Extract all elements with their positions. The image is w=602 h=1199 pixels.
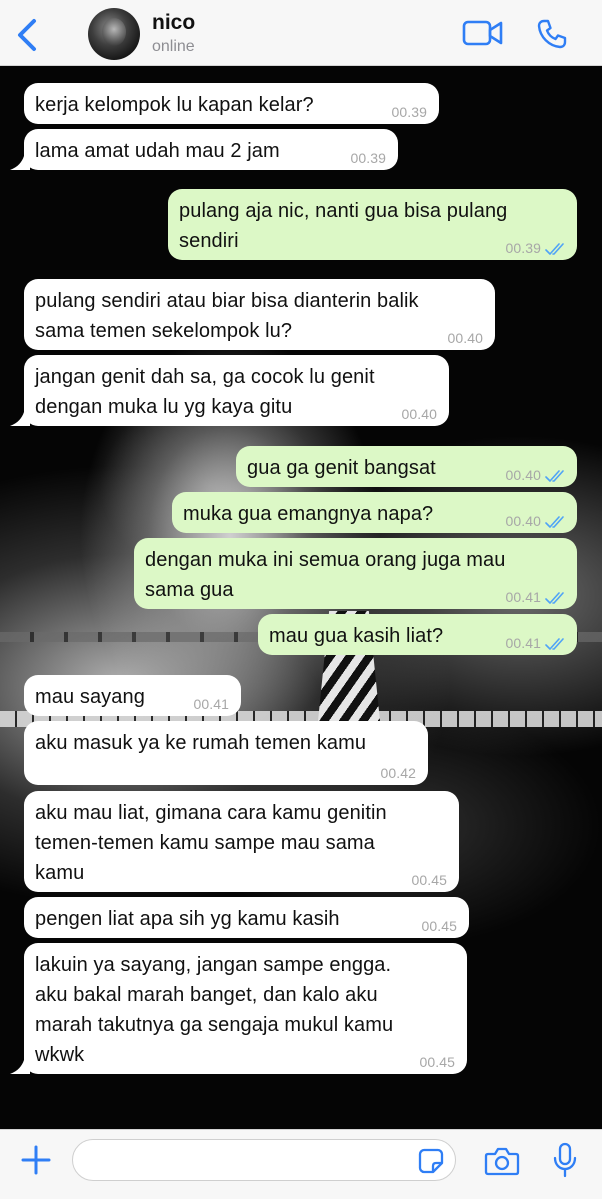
bubble-tail	[10, 412, 30, 426]
message-timestamp: 00.45	[419, 1054, 455, 1070]
message-timestamp: 00.41	[505, 635, 541, 651]
message-text: pulang sendiri atau biar bisa dianterin …	[35, 290, 419, 342]
message-text: lama amat udah mau 2 jam	[35, 140, 280, 162]
outgoing-message-bubble[interactable]: mau gua kasih liat? 00.41	[258, 614, 577, 655]
message-text: pengen liat apa sih yg kamu kasih	[35, 908, 340, 930]
microphone-icon[interactable]	[552, 1142, 578, 1178]
incoming-message-bubble[interactable]: jangan genit dah sa, ga cocok lu genit de…	[24, 355, 449, 426]
incoming-message-bubble[interactable]: kerja kelompok lu kapan kelar? 00.39	[24, 83, 439, 124]
chevron-left-icon[interactable]	[14, 17, 42, 53]
incoming-message-bubble[interactable]: pengen liat apa sih yg kamu kasih 00.45	[24, 897, 469, 938]
camera-icon[interactable]	[484, 1146, 520, 1176]
outgoing-message-bubble[interactable]: pulang aja nic, nanti gua bisa pulang sen…	[168, 189, 577, 260]
outgoing-message-bubble[interactable]: dengan muka ini semua orang juga mau sama…	[134, 538, 577, 609]
read-receipt-icon	[545, 516, 564, 528]
message-timestamp: 00.39	[391, 104, 427, 120]
input-bar	[0, 1129, 602, 1199]
message-timestamp: 00.42	[380, 765, 416, 781]
message-timestamp: 00.40	[505, 467, 541, 483]
contact-status: online	[152, 38, 195, 55]
message-text: dengan muka ini semua orang juga mau sama…	[145, 549, 506, 601]
read-receipt-icon	[545, 470, 564, 482]
outgoing-message-bubble[interactable]: gua ga genit bangsat 00.40	[236, 446, 577, 487]
video-camera-icon[interactable]	[462, 18, 504, 48]
message-timestamp: 00.40	[447, 330, 483, 346]
incoming-message-bubble[interactable]: lakuin ya sayang, jangan sampe engga. aku…	[24, 943, 467, 1074]
bubble-tail	[10, 156, 30, 170]
incoming-message-bubble[interactable]: mau sayang 00.41	[24, 675, 241, 716]
incoming-message-bubble[interactable]: lama amat udah mau 2 jam 00.39	[24, 129, 398, 170]
contact-name[interactable]: nico	[152, 11, 195, 35]
message-timestamp: 00.40	[401, 406, 437, 422]
message-text: jangan genit dah sa, ga cocok lu genit de…	[35, 366, 375, 418]
message-input[interactable]	[72, 1139, 456, 1181]
message-timestamp: 00.41	[193, 696, 229, 712]
read-receipt-icon	[545, 243, 564, 255]
read-receipt-icon	[545, 592, 564, 604]
sticker-icon[interactable]	[418, 1148, 444, 1174]
incoming-message-bubble[interactable]: aku masuk ya ke rumah temen kamu 00.42	[24, 721, 428, 785]
message-timestamp: 00.39	[505, 240, 541, 256]
message-timestamp: 00.41	[505, 589, 541, 605]
phone-icon[interactable]	[536, 18, 568, 50]
message-timestamp: 00.45	[411, 872, 447, 888]
chat-header: nico online	[0, 0, 602, 66]
bubble-tail	[10, 1060, 30, 1074]
read-receipt-icon	[545, 638, 564, 650]
plus-icon[interactable]	[20, 1144, 52, 1176]
chat-area[interactable]: kerja kelompok lu kapan kelar? 00.39 lama …	[0, 66, 602, 1129]
message-timestamp: 00.39	[350, 150, 386, 166]
message-text: lakuin ya sayang, jangan sampe engga. aku…	[35, 954, 394, 1066]
incoming-message-bubble[interactable]: aku mau liat, gimana cara kamu genitin te…	[24, 791, 459, 892]
avatar[interactable]	[88, 8, 140, 60]
message-timestamp: 00.45	[421, 918, 457, 934]
message-text: aku masuk ya ke rumah temen kamu	[35, 732, 367, 754]
message-text: kerja kelompok lu kapan kelar?	[35, 94, 314, 116]
message-text: aku mau liat, gimana cara kamu genitin te…	[35, 802, 387, 884]
outgoing-message-bubble[interactable]: muka gua emangnya napa? 00.40	[172, 492, 577, 533]
incoming-message-bubble[interactable]: pulang sendiri atau biar bisa dianterin …	[24, 279, 495, 350]
message-timestamp: 00.40	[505, 513, 541, 529]
